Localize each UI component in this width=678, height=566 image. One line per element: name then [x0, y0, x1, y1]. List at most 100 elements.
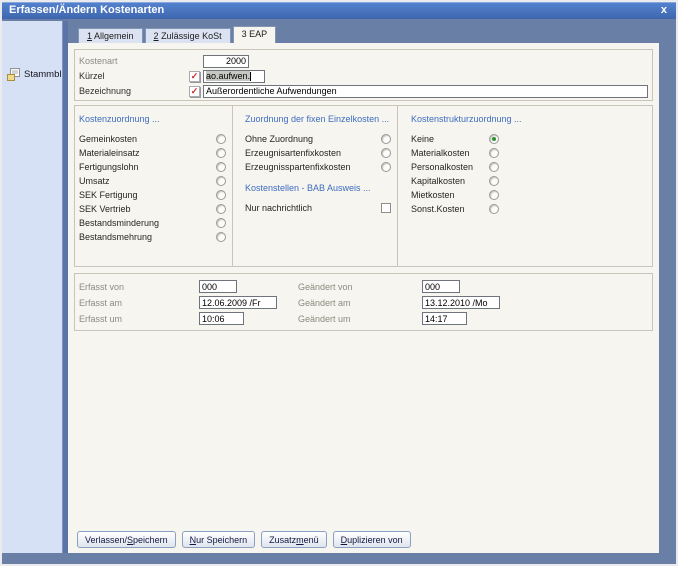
option-label: Umsatz: [79, 176, 110, 186]
option-row: SEK Vertrieb: [79, 203, 226, 215]
stammblatt-icon: [7, 68, 20, 81]
option-radio[interactable]: [216, 232, 226, 242]
kostenzuordnung-title: Kostenzuordnung ...: [79, 114, 160, 124]
option-label: Erzeugnisartenfixkosten: [245, 148, 342, 158]
option-row: Gemeinkosten: [79, 133, 226, 145]
geaendert-von-label: Geändert von: [298, 281, 353, 292]
app-window: Erfassen/Ändern Kostenarten x Stammblatt…: [0, 0, 678, 566]
duplizieren-von-button[interactable]: Duplizieren von: [332, 531, 411, 548]
close-icon[interactable]: x: [661, 2, 667, 18]
option-label: Keine: [411, 134, 435, 144]
geaendert-um-label: Geändert um: [298, 313, 351, 324]
option-label: Gemeinkosten: [79, 134, 138, 144]
option-label: Personalkosten: [411, 162, 474, 172]
option-radio[interactable]: [489, 148, 499, 158]
fixe-einzelkosten-column: Zuordnung der fixen Einzelkosten ... Ohn…: [233, 106, 398, 266]
zusatzmenu-button[interactable]: Zusatzmenü: [261, 531, 327, 548]
nur-speichern-button[interactable]: Nur Speichern: [181, 531, 256, 548]
option-row: Personalkosten: [411, 161, 499, 173]
option-label: Fertigungslohn: [79, 162, 139, 172]
erfasst-um-row: Erfasst um 10:06: [79, 311, 298, 326]
erfasst-um-field[interactable]: 10:06: [199, 312, 244, 325]
geaendert-am-field[interactable]: 13.12.2010 /Mo: [422, 296, 500, 309]
option-row: Sonst.Kosten: [411, 203, 499, 215]
kostenstruktur-column: Kostenstrukturzuordnung ... Keine Materi…: [398, 106, 652, 266]
fixe-einzelkosten-options: Ohne Zuordnung Erzeugnisartenfixkosten E…: [245, 133, 391, 173]
bezeichnung-field[interactable]: Außerordentliche Aufwendungen: [203, 84, 648, 98]
option-label: SEK Fertigung: [79, 190, 138, 200]
option-row: Nur nachrichtlich: [245, 202, 391, 214]
kostenart-icon-slot: [189, 56, 200, 67]
kuerzel-row: Kürzel ✓ ao.aufwen.: [79, 69, 648, 83]
bezeichnung-check-icon[interactable]: ✓: [189, 85, 200, 97]
geaendert-am-row: Geändert am 13.12.2010 /Mo: [298, 295, 652, 310]
option-radio[interactable]: [489, 176, 499, 186]
option-radio[interactable]: [216, 190, 226, 200]
option-label: Mietkosten: [411, 190, 455, 200]
tab-label: Zulässige KoSt: [158, 31, 222, 41]
sidebar-item-stammblatt[interactable]: Stammblatt: [7, 68, 72, 81]
option-row: Bestandsminderung: [79, 217, 226, 229]
option-radio[interactable]: [216, 134, 226, 144]
option-radio[interactable]: [216, 176, 226, 186]
option-radio[interactable]: [489, 190, 499, 200]
geaendert-von-field[interactable]: 000: [422, 280, 460, 293]
fixe-einzelkosten-title: Zuordnung der fixen Einzelkosten ...: [245, 114, 390, 124]
kuerzel-check-icon[interactable]: ✓: [189, 70, 200, 82]
erfasst-am-field[interactable]: 12.06.2009 /Fr: [199, 296, 277, 309]
option-row: Ohne Zuordnung: [245, 133, 391, 145]
audit-group: Erfasst von 000 Erfasst am 12.06.2009 /F…: [74, 273, 653, 331]
kostenart-field[interactable]: 2000: [203, 54, 249, 68]
option-row: Umsatz: [79, 175, 226, 187]
geaendert-von-row: Geändert von 000: [298, 279, 652, 294]
option-label: Bestandsminderung: [79, 218, 160, 228]
option-radio[interactable]: [381, 148, 391, 158]
kostenart-label: Kostenart: [79, 56, 118, 66]
tab-bar: 1 Allgemein 2 Zulässige KoSt 3 EAP: [78, 26, 278, 43]
assignment-group: Kostenzuordnung ... Gemeinkosten Materia…: [74, 105, 653, 267]
option-radio[interactable]: [216, 162, 226, 172]
option-row: Fertigungslohn: [79, 161, 226, 173]
kostenstruktur-title: Kostenstrukturzuordnung ...: [411, 114, 522, 124]
text-caret: [250, 71, 252, 81]
option-checkbox[interactable]: [381, 203, 391, 213]
erfasst-von-field[interactable]: 000: [199, 280, 237, 293]
option-row: Mietkosten: [411, 189, 499, 201]
kostenstellen-bab-title: Kostenstellen - BAB Ausweis ...: [245, 183, 371, 193]
option-radio[interactable]: [489, 134, 499, 144]
main-panel: Kostenart 2000 Kürzel ✓ ao.aufwen. Bezei…: [68, 43, 659, 553]
option-row: Materialkosten: [411, 147, 499, 159]
option-radio[interactable]: [489, 162, 499, 172]
option-radio[interactable]: [381, 134, 391, 144]
option-row: SEK Fertigung: [79, 189, 226, 201]
option-row: Bestandsmehrung: [79, 231, 226, 243]
option-row: Kapitalkosten: [411, 175, 499, 187]
option-label: Erzeugnisspartenfixkosten: [245, 162, 351, 172]
bezeichnung-label: Bezeichnung: [79, 86, 132, 96]
kuerzel-field[interactable]: ao.aufwen.: [203, 69, 265, 83]
kostenstellen-bab-options: Nur nachrichtlich: [245, 202, 391, 214]
kostenzuordnung-options: Gemeinkosten Materialeinsatz Fertigungsl…: [79, 133, 226, 243]
tab-zulaessige-kost[interactable]: 2 Zulässige KoSt: [144, 28, 231, 43]
kostenstruktur-options: Keine Materialkosten Personalkosten Kapi…: [411, 133, 646, 215]
option-radio[interactable]: [216, 218, 226, 228]
action-bar: Verlassen/Speichern Nur Speichern Zusatz…: [77, 531, 411, 548]
option-radio[interactable]: [489, 204, 499, 214]
kuerzel-selected-text: ao.aufwen.: [206, 71, 251, 81]
option-row: Materialeinsatz: [79, 147, 226, 159]
option-radio[interactable]: [381, 162, 391, 172]
option-label: Nur nachrichtlich: [245, 203, 313, 213]
verlassen-speichern-button[interactable]: Verlassen/Speichern: [77, 531, 176, 548]
tab-label: Allgemein: [92, 31, 134, 41]
option-label: Materialeinsatz: [79, 148, 140, 158]
sidebar: Stammblatt: [2, 21, 72, 553]
option-label: SEK Vertrieb: [79, 204, 131, 214]
tab-allgemein[interactable]: 1 Allgemein: [78, 28, 143, 43]
bezeichnung-row: Bezeichnung ✓ Außerordentliche Aufwendun…: [79, 84, 648, 98]
option-radio[interactable]: [216, 148, 226, 158]
kostenzuordnung-column: Kostenzuordnung ... Gemeinkosten Materia…: [75, 106, 233, 266]
option-row: Keine: [411, 133, 499, 145]
tab-eap[interactable]: 3 EAP: [232, 26, 277, 43]
option-radio[interactable]: [216, 204, 226, 214]
geaendert-um-field[interactable]: 14:17: [422, 312, 467, 325]
